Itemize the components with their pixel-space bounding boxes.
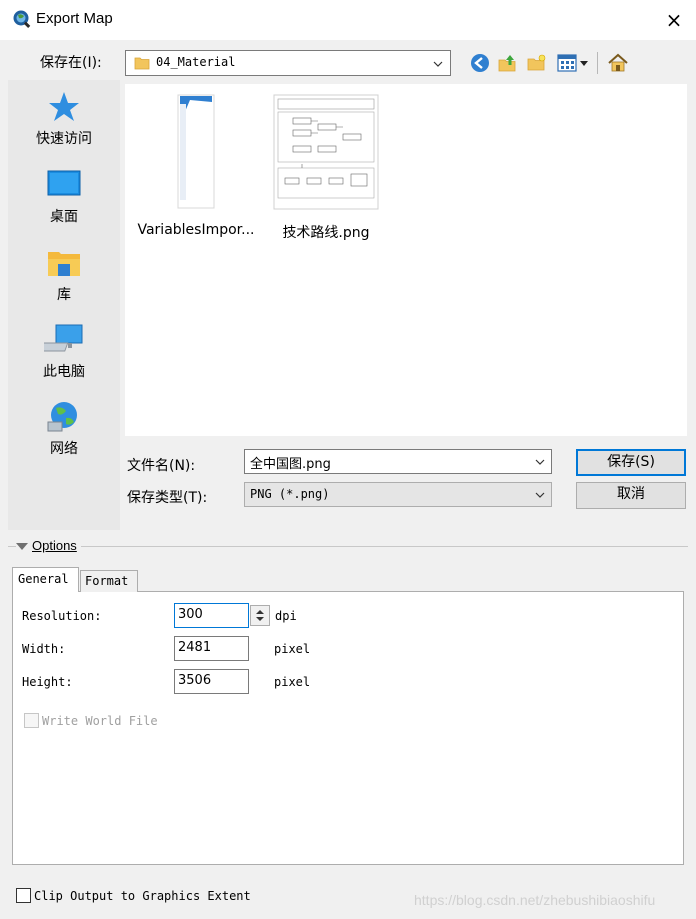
tab-general[interactable]: General	[12, 567, 79, 592]
back-icon[interactable]	[469, 52, 491, 74]
close-button[interactable]: ×	[662, 8, 686, 32]
options-header-label: Options	[32, 538, 77, 553]
clip-output-label: Clip Output to Graphics Extent	[34, 889, 251, 903]
save-in-value: 04_Material	[156, 55, 236, 69]
places-bar: 快速访问 桌面 库 此电脑 网络	[8, 80, 120, 530]
watermark-text: https://blog.csdn.net/zhebushibiaoshifu	[414, 892, 656, 908]
collapse-triangle-icon	[16, 543, 28, 551]
clip-output-checkbox[interactable]	[16, 888, 31, 903]
place-library[interactable]: 库	[8, 246, 120, 304]
place-desktop[interactable]: 桌面	[8, 168, 120, 226]
height-label: Height:	[22, 675, 73, 689]
resolution-input[interactable]: 300	[174, 603, 249, 628]
library-icon	[48, 252, 80, 276]
tab-panel-general: Resolution: Width: Height: dpi pixel pix…	[12, 591, 684, 865]
arcmap-globe-icon	[13, 10, 31, 28]
place-label: 此电脑	[43, 364, 85, 380]
place-network[interactable]: 网络	[8, 400, 120, 458]
place-label: 快速访问	[36, 131, 92, 147]
place-label: 库	[57, 287, 71, 303]
spin-arrows-icon	[256, 610, 264, 621]
save-in-dropdown[interactable]: 04_Material	[125, 50, 451, 76]
filename-label: 文件名(N):	[127, 458, 196, 474]
width-label: Width:	[22, 642, 66, 656]
window-title: Export Map	[36, 10, 113, 27]
network-icon	[47, 402, 77, 432]
tab-format[interactable]: Format	[80, 570, 138, 592]
options-divider	[8, 546, 688, 547]
resolution-label: Resolution:	[22, 609, 102, 623]
file-name: 技术路线.png	[282, 225, 370, 241]
file-thumbnail	[176, 94, 216, 210]
home-icon[interactable]	[607, 52, 629, 74]
filetype-dropdown[interactable]: PNG (*.png)	[244, 482, 552, 507]
file-list[interactable]: VariablesImpor... 技术路线.png	[125, 84, 687, 436]
chevron-down-icon	[433, 61, 443, 67]
height-input[interactable]: 3506	[174, 669, 249, 694]
place-quick-access[interactable]: 快速访问	[8, 90, 120, 148]
resolution-unit: dpi	[275, 609, 297, 623]
place-label: 网络	[50, 441, 78, 457]
save-button[interactable]: 保存(S)	[576, 449, 686, 476]
file-item[interactable]: VariablesImpor...	[131, 94, 261, 238]
width-input[interactable]: 2481	[174, 636, 249, 661]
filetype-value: PNG (*.png)	[250, 487, 330, 501]
place-this-pc[interactable]: 此电脑	[8, 323, 120, 381]
computer-icon	[44, 324, 83, 352]
filename-value: 全中国图.png	[250, 457, 331, 472]
filetype-label: 保存类型(T):	[127, 490, 208, 506]
new-folder-icon[interactable]	[526, 52, 548, 74]
filename-input[interactable]: 全中国图.png	[244, 449, 552, 474]
width-unit: pixel	[274, 642, 311, 656]
chevron-down-icon[interactable]	[535, 457, 545, 467]
folder-icon	[134, 57, 150, 70]
cancel-button[interactable]: 取消	[576, 482, 686, 509]
chevron-down-icon	[535, 492, 545, 498]
place-label: 桌面	[50, 209, 78, 225]
height-unit: pixel	[274, 675, 311, 689]
up-folder-icon[interactable]	[497, 52, 519, 74]
save-in-label: 保存在(I):	[40, 55, 102, 71]
star-icon	[49, 92, 79, 121]
toolbar-separator	[597, 52, 598, 74]
file-item[interactable]: 技术路线.png	[261, 94, 391, 242]
options-toggle[interactable]: Options	[16, 538, 81, 553]
world-file-label: Write World File	[42, 714, 158, 728]
resolution-spinner[interactable]	[250, 605, 270, 626]
file-thumbnail	[273, 94, 379, 210]
views-menu-icon[interactable]	[556, 52, 590, 74]
desktop-icon	[47, 170, 81, 196]
file-name: VariablesImpor...	[137, 222, 255, 238]
world-file-checkbox[interactable]	[24, 713, 39, 728]
